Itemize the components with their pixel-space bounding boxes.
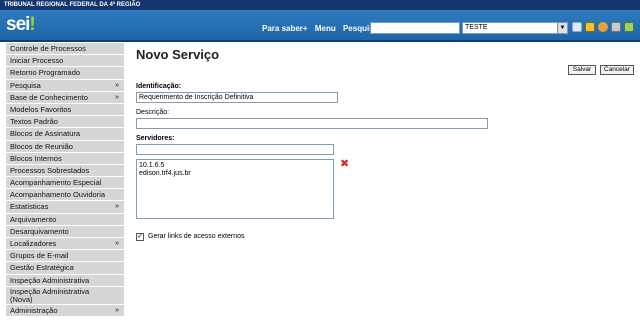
header-search-input[interactable] — [370, 22, 460, 34]
sidebar-item-acompanhamento-especial[interactable]: Acompanhamento Especial — [6, 177, 124, 190]
sidebar-item-label: Base de Conhecimento — [10, 92, 88, 102]
description-label: Descrição: — [136, 109, 170, 116]
sidebar-item-modelos-favoritos[interactable]: Modelos Favoritos — [6, 103, 124, 117]
sidebar-item-base-de-conhecimento[interactable]: Base de Conhecimento » — [6, 91, 124, 104]
sidebar-item-blocos-internos[interactable]: Blocos Internos — [6, 152, 124, 165]
link-para-saber[interactable]: Para saber+ — [262, 24, 308, 33]
expand-arrow-icon: » — [115, 306, 119, 314]
sidebar-item-grupos-de-email[interactable]: Grupos de E-mail — [6, 250, 124, 263]
identification-field[interactable]: Requerimento de Inscrição Definitiva — [136, 92, 338, 103]
sidebar-item-acompanhamento-ouvidoria[interactable]: Acompanhamento Ouvidoria — [6, 189, 124, 202]
sidebar-item-label: Acompanhamento Ouvidoria — [10, 190, 106, 200]
sidebar-item-label: Blocos de Reunião — [10, 141, 73, 151]
sidebar-item-label: Acompanhamento Especial — [10, 178, 102, 188]
expand-arrow-icon: » — [115, 240, 119, 247]
cancel-button[interactable]: Cancelar — [600, 65, 634, 75]
grid-icon[interactable] — [572, 22, 582, 32]
sidebar-item-label: Blocos de Assinatura — [10, 129, 81, 139]
sidebar-item-blocos-de-assinatura[interactable]: Blocos de Assinatura — [6, 128, 124, 141]
notes-icon[interactable] — [585, 22, 595, 32]
servers-listbox[interactable]: 10.1.6.5 edison.trf4.jus.br — [136, 159, 334, 219]
logo-mark: ! — [29, 14, 35, 35]
sidebar-item-controle-de-processos[interactable]: Controle de Processos — [6, 43, 124, 56]
sidebar-item-gestao-estrategica[interactable]: Gestão Estratégica — [6, 262, 124, 275]
exit-icon[interactable] — [624, 22, 634, 32]
unit-select[interactable]: TESTE ▼ — [462, 22, 568, 34]
sidebar-item-arquivamento[interactable]: Arquivamento — [6, 213, 124, 226]
org-name: TRIBUNAL REGIONAL FEDERAL DA 4ª REGIÃO — [4, 2, 141, 8]
chevron-down-icon[interactable]: ▼ — [557, 23, 567, 33]
sidebar-item-label: Grupos de E-mail — [10, 251, 69, 261]
header-icons — [572, 22, 634, 34]
sidebar-item-inspecao-administrativa[interactable]: Inspeção Administrativa — [6, 274, 124, 287]
sidebar-item-label: Pesquisa — [10, 80, 41, 90]
sidebar-item-localizadores[interactable]: Localizadores » — [6, 238, 124, 251]
sidebar-item-textos-padrao[interactable]: Textos Padrão — [6, 116, 124, 129]
sidebar-menu: Controle de Processos Iniciar Processo R… — [6, 43, 124, 321]
sidebar-item-label: Inspeção Administrativa (Nova) — [10, 286, 90, 304]
sidebar-item-desarquivamento[interactable]: Desarquivamento — [6, 225, 124, 238]
sidebar-item-label: Iniciar Processo — [10, 56, 64, 66]
sidebar-item-label: Controle de Processos — [10, 44, 86, 53]
sidebar-item-label: Textos Padrão — [10, 117, 58, 127]
sidebar-item-administracao[interactable]: Administração » — [6, 304, 124, 317]
list-item[interactable]: 10.1.6.5 — [139, 162, 331, 170]
remove-server-icon[interactable]: ✖ — [340, 157, 349, 170]
sei-logo[interactable]: sei! — [6, 14, 36, 36]
sidebar-item-inspecao-administrativa-nova[interactable]: Inspeção Administrativa (Nova) — [6, 286, 124, 305]
save-button[interactable]: Salvar — [568, 65, 596, 75]
sidebar-item-label: Arquivamento — [10, 214, 57, 224]
sidebar-item-pesquisa[interactable]: Pesquisa » — [6, 79, 124, 92]
page-title: Novo Serviço — [136, 47, 220, 62]
org-name-bar: TRIBUNAL REGIONAL FEDERAL DA 4ª REGIÃO — [0, 0, 640, 10]
sidebar-item-label: Processos Sobrestados — [10, 165, 90, 175]
sidebar-item-blocos-de-reuniao[interactable]: Blocos de Reunião — [6, 140, 124, 153]
servers-label: Servidores: — [136, 135, 175, 142]
identification-label: Identificação: — [136, 83, 182, 90]
link-menu[interactable]: Menu — [315, 24, 336, 33]
sidebar-item-label: Blocos Internos — [10, 153, 62, 163]
user-icon[interactable] — [598, 22, 608, 32]
sidebar-item-label: Desarquivamento — [10, 226, 69, 236]
description-field[interactable] — [136, 118, 488, 129]
servers-input[interactable] — [136, 144, 334, 155]
sidebar-item-iniciar-processo[interactable]: Iniciar Processo — [6, 55, 124, 68]
tools-icon[interactable] — [611, 22, 621, 32]
expand-arrow-icon: » — [115, 93, 119, 101]
logo-text: sei — [6, 14, 30, 35]
sidebar-item-processos-sobrestados[interactable]: Processos Sobrestados — [6, 164, 124, 178]
header-links: Para saber+ Menu Pesquisa — [262, 24, 383, 33]
list-item[interactable]: edison.trf4.jus.br — [139, 170, 331, 178]
sidebar-item-retorno-programado[interactable]: Retorno Programado — [6, 67, 124, 80]
sidebar-item-label: Inspeção Administrativa — [10, 275, 90, 285]
expand-arrow-icon: » — [115, 81, 119, 89]
expand-arrow-icon: » — [115, 203, 119, 211]
sidebar-item-estatisticas[interactable]: Estatísticas » — [6, 201, 124, 214]
generate-links-label: Gerar links de acesso externos — [148, 233, 245, 240]
sidebar-item-label: Localizadores — [10, 239, 57, 248]
sidebar-item-label: Modelos Favoritos — [10, 104, 72, 114]
sidebar-item-label: Estatísticas — [10, 202, 49, 212]
sidebar-item-label: Gestão Estratégica — [10, 263, 74, 273]
generate-links-checkbox[interactable]: ✓ — [136, 233, 144, 241]
top-header: sei! Para saber+ Menu Pesquisa TESTE ▼ — [0, 10, 640, 42]
unit-select-value: TESTE — [465, 24, 488, 31]
sidebar-item-label: Retorno Programado — [10, 68, 81, 78]
sidebar-item-label: Administração — [10, 305, 58, 315]
